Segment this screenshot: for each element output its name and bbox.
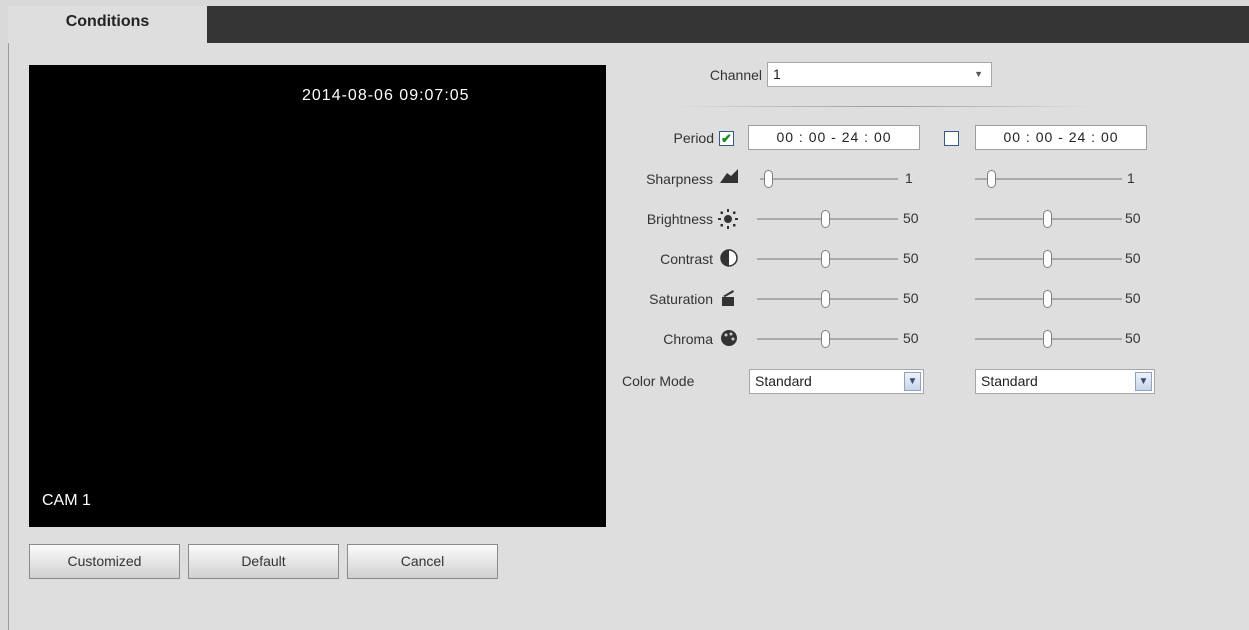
slider-label: Saturation bbox=[649, 291, 713, 307]
sharpness-icon bbox=[720, 169, 738, 187]
slider1-thumb[interactable] bbox=[821, 250, 830, 268]
slider2-thumb[interactable] bbox=[1043, 290, 1052, 308]
customized-button[interactable]: Customized bbox=[29, 544, 180, 579]
dropdown-arrow-icon: ▼ bbox=[1135, 372, 1152, 391]
period2-time-range[interactable]: 00 : 00 - 24 : 00 bbox=[975, 125, 1147, 150]
osd-camera-label: CAM 1 bbox=[42, 492, 91, 509]
slider1-thumb[interactable] bbox=[821, 330, 830, 348]
slider1-value: 50 bbox=[903, 250, 919, 266]
slider1-value: 1 bbox=[905, 170, 913, 186]
slider2-value: 1 bbox=[1127, 170, 1135, 186]
slider1-thumb[interactable] bbox=[764, 170, 773, 188]
tab-conditions[interactable]: Conditions bbox=[8, 6, 207, 43]
slider1-value: 50 bbox=[903, 290, 919, 306]
channel-select[interactable]: 1 ▼ bbox=[767, 62, 992, 87]
divider bbox=[674, 106, 1094, 107]
slider2-thumb[interactable] bbox=[987, 170, 996, 188]
slider1-thumb[interactable] bbox=[821, 290, 830, 308]
checkmark-icon: ✔ bbox=[721, 131, 732, 146]
channel-value: 1 bbox=[773, 66, 781, 82]
dropdown-arrow-icon: ▼ bbox=[974, 69, 983, 79]
color-mode1-select[interactable]: Standard ▼ bbox=[749, 369, 924, 394]
period1-time-range[interactable]: 00 : 00 - 24 : 00 bbox=[748, 125, 920, 150]
slider2-thumb[interactable] bbox=[1043, 250, 1052, 268]
slider1-value: 50 bbox=[903, 330, 919, 346]
color-mode1-value: Standard bbox=[755, 373, 812, 389]
chroma-icon bbox=[720, 329, 738, 347]
slider2-value: 50 bbox=[1125, 250, 1141, 266]
period2-checkbox[interactable] bbox=[944, 131, 959, 146]
color-mode2-value: Standard bbox=[981, 373, 1038, 389]
color-mode2-select[interactable]: Standard ▼ bbox=[975, 369, 1155, 394]
slider-label: Contrast bbox=[660, 251, 713, 267]
contrast-icon bbox=[720, 249, 738, 267]
slider2-value: 50 bbox=[1125, 290, 1141, 306]
saturation-icon bbox=[720, 289, 738, 307]
slider-label: Sharpness bbox=[646, 171, 713, 187]
channel-label: Channel bbox=[709, 67, 762, 83]
slider2-thumb[interactable] bbox=[1043, 330, 1052, 348]
default-button[interactable]: Default bbox=[188, 544, 339, 579]
cancel-button[interactable]: Cancel bbox=[347, 544, 498, 579]
period-label: Period bbox=[673, 130, 714, 146]
slider1-track[interactable] bbox=[760, 178, 898, 180]
slider2-value: 50 bbox=[1125, 330, 1141, 346]
period1-checkbox[interactable]: ✔ bbox=[719, 131, 734, 146]
video-preview bbox=[29, 65, 606, 527]
dropdown-arrow-icon: ▼ bbox=[904, 372, 921, 391]
slider2-value: 50 bbox=[1125, 210, 1141, 226]
color-mode-label: Color Mode bbox=[622, 373, 695, 389]
slider2-thumb[interactable] bbox=[1043, 210, 1052, 228]
slider1-thumb[interactable] bbox=[821, 210, 830, 228]
slider-label: Chroma bbox=[663, 331, 713, 347]
slider-label: Brightness bbox=[646, 211, 713, 227]
osd-timestamp: 2014-08-06 09:07:05 bbox=[302, 87, 470, 104]
slider1-value: 50 bbox=[903, 210, 919, 226]
brightness-icon bbox=[718, 209, 738, 229]
slider2-track[interactable] bbox=[975, 178, 1122, 180]
